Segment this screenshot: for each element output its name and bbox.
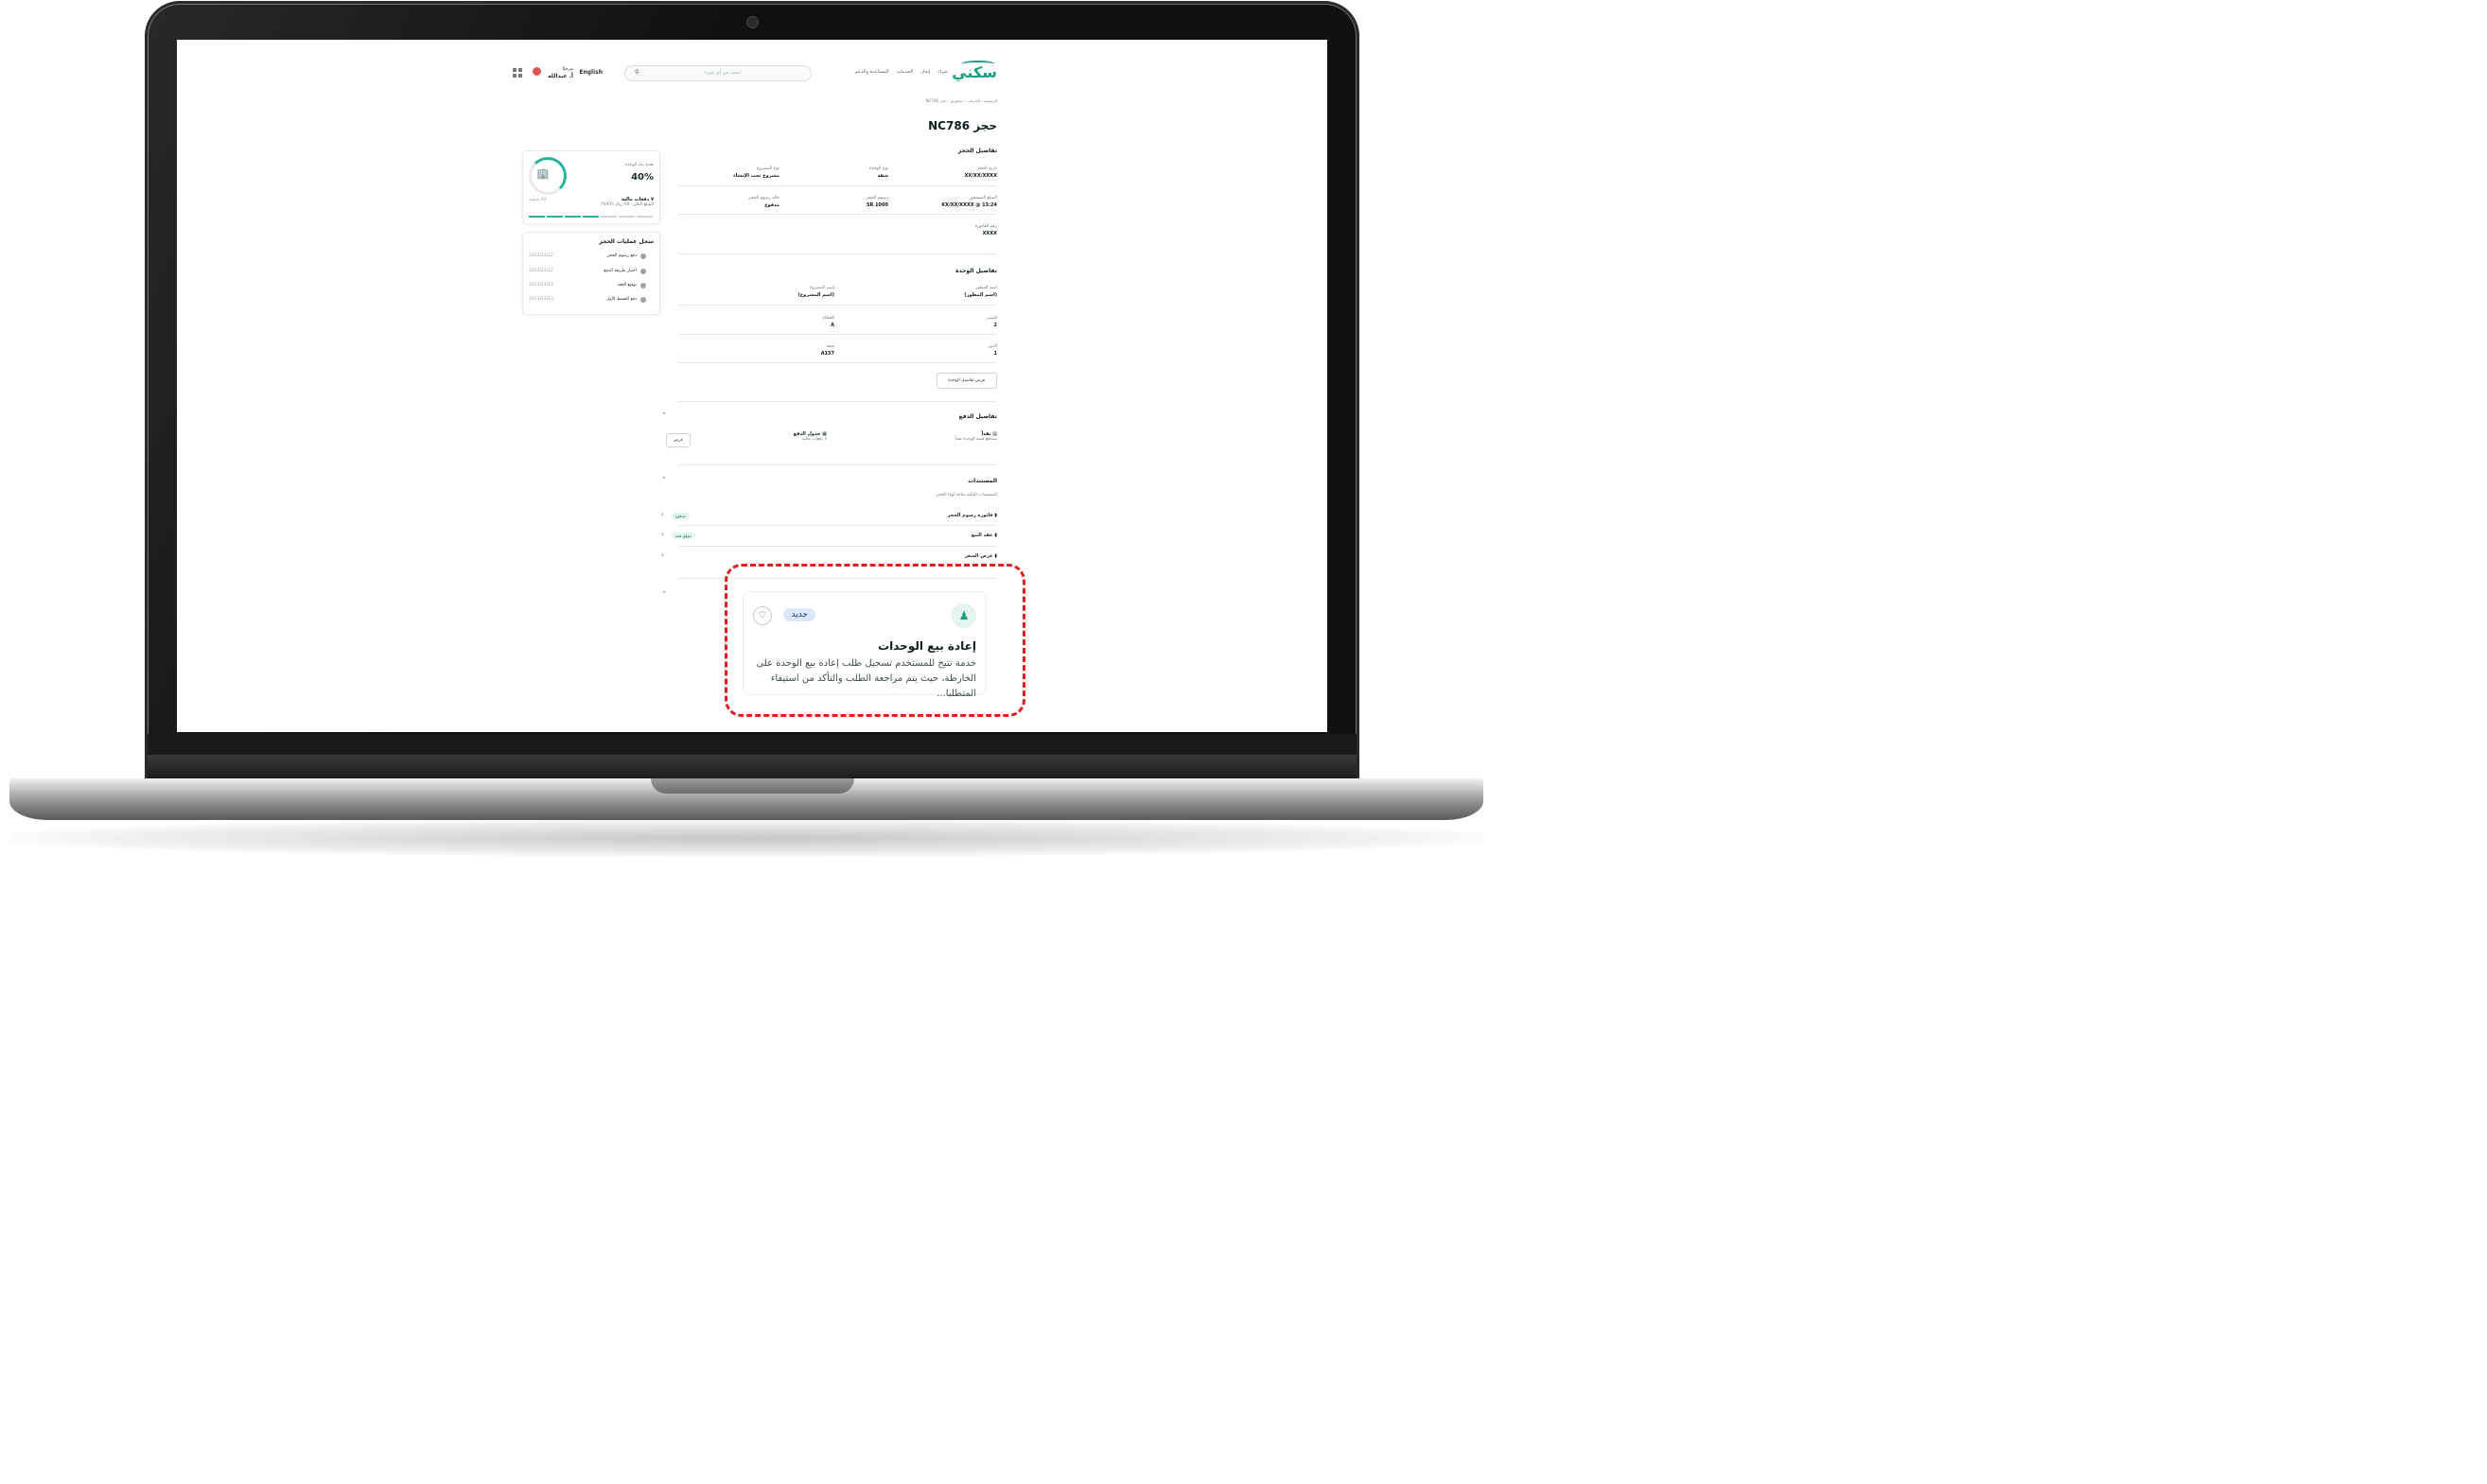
divider bbox=[678, 253, 997, 254]
collapse-chevron-icon[interactable]: ⌃ bbox=[661, 476, 667, 483]
nav-link-rent[interactable]: إيجار bbox=[920, 69, 930, 75]
check-icon bbox=[640, 253, 646, 259]
progress-percent: 40% bbox=[631, 172, 654, 183]
document-row[interactable]: ▮ عرض السعر bbox=[965, 553, 997, 559]
building-icon: 🏢 bbox=[536, 167, 550, 180]
history-step: دفع القسط الأول bbox=[606, 297, 637, 302]
booking-field: تاريخ الحجز XX/XX/XXXX bbox=[964, 166, 998, 179]
laptop-shadow bbox=[9, 819, 1483, 857]
remaining-text: XX متبقية bbox=[529, 198, 547, 202]
language-toggle[interactable]: English bbox=[579, 69, 603, 76]
history-step: دفع رسوم الحجز bbox=[606, 253, 637, 258]
payment-method: ▤ نقداً ستدفع قيمة الوحدة نقداً bbox=[955, 431, 997, 442]
document-row[interactable]: ▮ عقد البيع bbox=[972, 532, 997, 538]
status-badge: مدفوع bbox=[672, 513, 690, 519]
divider bbox=[678, 401, 997, 402]
user-menu[interactable]: مرحبًا أ. عبدالله bbox=[548, 66, 573, 80]
divider bbox=[678, 305, 997, 306]
view-unit-details-button[interactable]: عرض تفاصيل الوحدة bbox=[937, 373, 997, 389]
page-title: حجز NC786 bbox=[928, 119, 997, 132]
history-date: 2023/12/13 bbox=[529, 297, 553, 302]
progress-title: تقدم بناء الوحدة bbox=[624, 163, 654, 167]
search-input[interactable]: ابحث عن أي شيء ⚲ bbox=[624, 65, 812, 81]
unit-details-heading: تفاصيل الوحدة bbox=[955, 268, 997, 274]
file-icon: ▮ bbox=[992, 532, 997, 538]
divider bbox=[678, 546, 997, 547]
chevron-left-icon[interactable]: ‹ bbox=[661, 511, 664, 518]
laptop-notch bbox=[651, 778, 854, 794]
service-title: إعادة بيع الوحدات bbox=[878, 639, 976, 653]
top-nav: سكني شراء إيجار الخدمات المساعدة والدعم … bbox=[513, 61, 997, 84]
user-name: أ. عبدالله bbox=[548, 73, 573, 79]
unit-field: شقة A157 bbox=[820, 344, 834, 357]
nav-link-help[interactable]: المساعدة والدعم bbox=[855, 69, 889, 75]
users-icon: ♟ bbox=[952, 603, 976, 628]
divider bbox=[678, 214, 997, 215]
breadcrumb[interactable]: الرئيسية ‹ الخدمات ‹ سجوري ‹ حجز NC786 bbox=[926, 98, 997, 103]
unit-field: الدور 1 bbox=[988, 344, 997, 357]
heart-icon[interactable]: ♡ bbox=[753, 606, 772, 625]
document-row[interactable]: ▮ فاتورة رسوم الحجز bbox=[948, 513, 997, 518]
greeting: مرحبًا bbox=[562, 66, 573, 72]
webcam bbox=[746, 16, 759, 28]
status-badge: موقع عليه bbox=[672, 532, 695, 539]
laptop-hinge bbox=[148, 755, 1357, 779]
history-title: سجل عمليات الحجز bbox=[599, 238, 654, 245]
check-icon bbox=[640, 297, 646, 303]
history-step: اختيار طريقة الدفع bbox=[604, 269, 637, 273]
divider bbox=[678, 464, 997, 465]
booking-field: نوع الوحدة شقة bbox=[868, 166, 888, 179]
documents-subtitle: المستندات التالية متاحة لهذا الحجز bbox=[936, 493, 997, 498]
booking-field: حالة رسوم الحجز مدفوع bbox=[748, 196, 779, 208]
collapse-chevron-icon[interactable]: ⌃ bbox=[661, 411, 667, 419]
payment-details-heading: تفاصيل الدفع bbox=[958, 413, 997, 420]
view-payment-button[interactable]: عرض bbox=[666, 433, 691, 447]
check-icon bbox=[640, 283, 646, 288]
service-description: خدمة تتيح للمستخدم تسجيل طلب إعادة بيع ا… bbox=[756, 658, 976, 699]
new-badge: جديد bbox=[783, 608, 815, 621]
apps-grid-icon[interactable] bbox=[513, 68, 522, 78]
chevron-left-icon[interactable]: ‹ bbox=[661, 531, 664, 538]
booking-history-card: سجل عمليات الحجز دفع رسوم الحجز 2023/12/… bbox=[522, 232, 660, 315]
history-date: 2023/12/13 bbox=[529, 283, 553, 288]
history-date: 2023/12/12 bbox=[529, 269, 553, 273]
documents-heading: المستندات bbox=[968, 478, 997, 484]
nav-link-buy[interactable]: شراء bbox=[937, 69, 948, 75]
payment-schedule: ▦ جدول الدفع ٧ دفعات مالية bbox=[793, 431, 827, 442]
sakani-logo[interactable]: سكني bbox=[952, 61, 997, 81]
resale-service-card[interactable]: ♟ جديد ♡ إعادة بيع الوحدات خدمة تتيح للم… bbox=[743, 591, 987, 699]
booking-field: نوع المشروع مشروع تحت الإنشاء bbox=[733, 166, 779, 179]
history-date: 2023/12/12 bbox=[529, 253, 553, 258]
divider bbox=[678, 525, 997, 526]
nav-link-services[interactable]: الخدمات bbox=[897, 69, 914, 75]
check-icon bbox=[640, 269, 646, 274]
file-icon: ▮ bbox=[992, 553, 997, 559]
booking-details-heading: تفاصيل الحجز bbox=[957, 148, 997, 154]
collapse-chevron-icon[interactable]: ⌃ bbox=[661, 590, 667, 598]
progress-bars bbox=[529, 216, 653, 218]
unit-field: المبنى 2 bbox=[986, 316, 997, 328]
search-placeholder: ابحث عن أي شيء bbox=[704, 70, 742, 76]
construction-progress-card: تقدم بناء الوحدة 40% 🏢 ٧ دفعات مالية المب… bbox=[522, 150, 660, 224]
unit-field: اسم المشروع (اسم المشروع) bbox=[797, 286, 834, 298]
divider bbox=[678, 334, 997, 335]
booking-field: المبلغ المستحق XX/XX/XXXX @ 13:24 bbox=[941, 196, 997, 208]
file-icon: ▮ bbox=[992, 513, 997, 518]
unit-field: القطاع A bbox=[822, 316, 834, 328]
booking-field: رقم الفاتورة XXXX bbox=[974, 224, 997, 236]
nav-links: شراء إيجار الخدمات المساعدة والدعم bbox=[855, 69, 948, 75]
booking-field: رسوم الحجز SR 1000 bbox=[866, 196, 888, 208]
unit-field: اسم المطور (اسم المطور) bbox=[964, 286, 997, 298]
divider bbox=[678, 362, 997, 363]
search-icon: ⚲ bbox=[635, 69, 639, 76]
chevron-left-icon[interactable]: ‹ bbox=[661, 551, 664, 559]
divider bbox=[678, 185, 997, 186]
payments-count: ٧ دفعات مالية المبلغ الكلي: XX ريال (XX%) bbox=[600, 197, 654, 207]
history-step: توقيع العقد bbox=[617, 283, 637, 288]
avatar[interactable] bbox=[533, 67, 541, 76]
